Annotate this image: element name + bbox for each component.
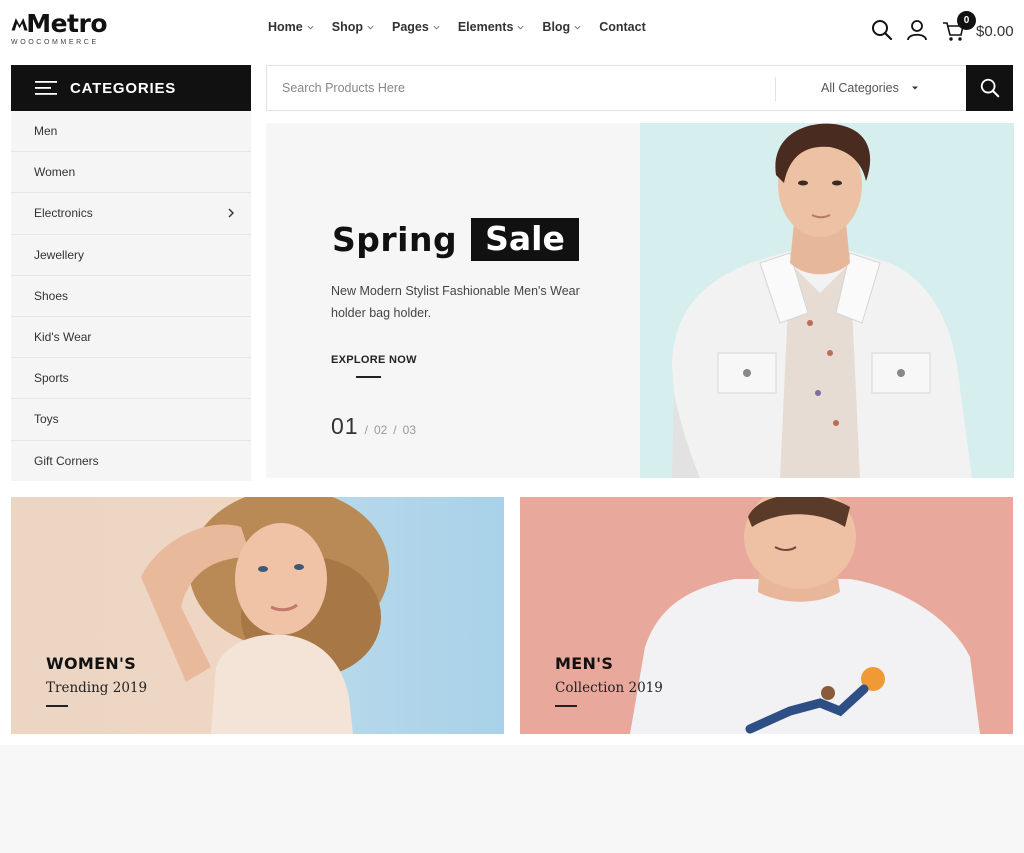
hero-heading: Spring Sale xyxy=(332,218,579,261)
banner-men-illustration xyxy=(630,497,980,734)
category-item-kids-wear[interactable]: Kid's Wear xyxy=(11,317,251,359)
search-button[interactable] xyxy=(966,65,1013,111)
category-label: Gift Corners xyxy=(34,454,99,469)
user-icon[interactable] xyxy=(905,18,929,42)
search-icon[interactable] xyxy=(870,18,894,42)
category-item-jewellery[interactable]: Jewellery xyxy=(11,235,251,276)
banner-underline xyxy=(555,705,577,707)
category-label: Toys xyxy=(34,412,59,427)
caret-down-icon xyxy=(911,86,918,90)
slider-pagination[interactable]: 01 / 02 / 03 xyxy=(331,413,416,440)
chevron-right-icon xyxy=(228,208,234,218)
banner-subtitle: Collection 2019 xyxy=(555,680,663,696)
banner-title: MEN'S xyxy=(555,654,614,673)
category-label: Electronics xyxy=(34,206,93,221)
banner-underline xyxy=(46,705,68,707)
nav-label: Blog xyxy=(542,20,571,34)
chevron-down-icon xyxy=(367,25,374,30)
nav-label: Home xyxy=(268,20,303,34)
chevron-down-icon xyxy=(433,25,440,30)
nav-label: Elements xyxy=(457,20,514,34)
category-select[interactable]: All Categories xyxy=(821,66,919,110)
nav-home[interactable]: Home xyxy=(268,20,314,34)
cart-total[interactable]: $0.00 xyxy=(976,23,1014,40)
page: Metro WOOCOMMERCE Home Shop Pages Elemen… xyxy=(0,0,1024,745)
explore-now-link[interactable]: EXPLORE NOW xyxy=(331,354,417,366)
banner-womens[interactable]: WOMEN'S Trending 2019 xyxy=(11,497,504,734)
category-item-gift-corners[interactable]: Gift Corners xyxy=(11,441,251,482)
category-item-sports[interactable]: Sports xyxy=(11,358,251,400)
nav-label: Pages xyxy=(391,20,429,34)
hero-slider: Spring Sale New Modern Stylist Fashionab… xyxy=(266,123,1014,478)
search-icon xyxy=(980,78,999,98)
cta-underline xyxy=(356,376,381,378)
slide-2[interactable]: 02 xyxy=(374,423,387,437)
category-label: Jewellery xyxy=(34,247,85,262)
cart-count-badge: 0 xyxy=(957,11,976,30)
category-label: Women xyxy=(34,165,76,180)
hero-word-spring: Spring xyxy=(332,220,458,259)
categories-title: CATEGORIES xyxy=(70,79,177,97)
categories-toggle[interactable]: CATEGORIES xyxy=(11,65,251,111)
logo-main: Metro xyxy=(11,9,107,37)
slide-3[interactable]: 03 xyxy=(403,423,416,437)
hero-description: New Modern Stylist Fashionable Men's Wea… xyxy=(331,284,580,320)
nav-label: Contact xyxy=(599,20,646,34)
nav-shop[interactable]: Shop xyxy=(332,20,374,34)
slide-separator: / xyxy=(364,423,368,437)
banner-subtitle: Trending 2019 xyxy=(46,680,148,696)
hero-model-image xyxy=(640,123,1014,478)
chevron-down-icon xyxy=(574,25,581,30)
category-label: Men xyxy=(34,124,58,139)
search-divider xyxy=(775,77,776,101)
slide-separator: / xyxy=(393,423,397,437)
menu-icon xyxy=(35,81,57,95)
chevron-down-icon xyxy=(307,25,314,30)
category-item-men[interactable]: Men xyxy=(11,111,251,153)
search-bar: All Categories xyxy=(266,65,967,111)
slide-current[interactable]: 01 xyxy=(331,413,359,440)
nav-label: Shop xyxy=(331,20,363,34)
category-item-toys[interactable]: Toys xyxy=(11,399,251,441)
hero-word-sale: Sale xyxy=(471,218,579,261)
nav-blog[interactable]: Blog xyxy=(542,20,581,34)
category-item-women[interactable]: Women xyxy=(11,152,251,194)
main-nav: Home Shop Pages Elements Blog Contact xyxy=(268,20,646,34)
logo-subtitle: WOOCOMMERCE xyxy=(11,39,99,46)
category-label: Sports xyxy=(34,371,69,386)
category-item-shoes[interactable]: Shoes xyxy=(11,276,251,317)
category-item-electronics[interactable]: Electronics xyxy=(11,193,251,235)
nav-contact[interactable]: Contact xyxy=(599,20,646,34)
category-label: Shoes xyxy=(34,288,69,303)
banner-title: WOMEN'S xyxy=(46,654,137,673)
category-label: Kid's Wear xyxy=(34,330,92,345)
hero-model-illustration xyxy=(672,123,972,478)
logo-text: Metro xyxy=(26,9,107,38)
nav-elements[interactable]: Elements xyxy=(458,20,525,34)
banner-mens[interactable]: MEN'S Collection 2019 xyxy=(520,497,1013,734)
categories-list: Men Women Electronics Jewellery Shoes Ki… xyxy=(11,111,251,481)
search-input[interactable] xyxy=(282,81,772,95)
chevron-down-icon xyxy=(517,25,524,30)
banner-women-illustration xyxy=(141,497,389,734)
category-select-value: All Categories xyxy=(821,81,899,95)
nav-pages[interactable]: Pages xyxy=(392,20,440,34)
logo[interactable]: Metro WOOCOMMERCE xyxy=(11,9,107,51)
